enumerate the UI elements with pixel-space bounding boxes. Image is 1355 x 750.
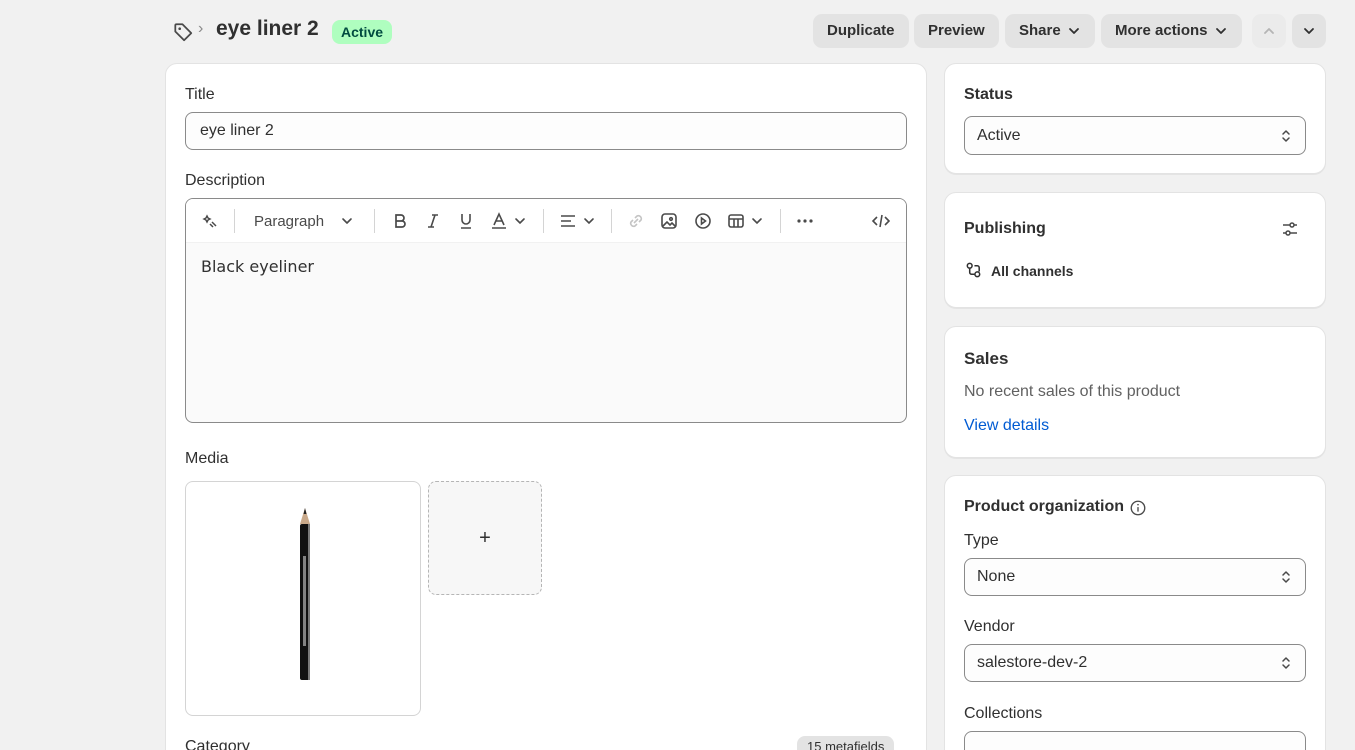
type-select[interactable]: None	[964, 558, 1306, 596]
select-arrows-icon	[1282, 571, 1290, 583]
paragraph-select[interactable]: Paragraph	[254, 209, 354, 233]
vendor-label: Vendor	[964, 618, 1015, 635]
category-label: Category	[185, 738, 250, 750]
add-media-button[interactable]: +	[428, 481, 542, 595]
settings-sliders-icon[interactable]	[1280, 219, 1300, 239]
collections-label: Collections	[964, 705, 1043, 722]
next-product-button[interactable]	[1292, 14, 1326, 48]
align-icon[interactable]	[558, 209, 596, 233]
tag-icon[interactable]	[172, 21, 194, 43]
chevron-down-icon	[1068, 28, 1079, 34]
status-label: Status	[964, 86, 1013, 103]
page-title: eye liner 2	[216, 17, 319, 40]
preview-label: Preview	[928, 22, 985, 39]
status-value: Active	[977, 126, 1021, 144]
italic-icon[interactable]	[423, 209, 443, 233]
previous-product-button[interactable]	[1252, 14, 1286, 48]
more-actions-label: More actions	[1115, 22, 1208, 39]
bold-icon[interactable]	[390, 209, 410, 233]
toolbar-divider	[780, 209, 781, 233]
description-text: Black eyeliner	[201, 257, 314, 276]
share-label: Share	[1019, 22, 1061, 39]
table-icon[interactable]	[726, 209, 764, 233]
preview-button[interactable]: Preview	[914, 14, 999, 48]
plus-icon: +	[479, 526, 491, 549]
description-editor[interactable]: Paragraph Black eyeliner	[185, 198, 907, 423]
type-label: Type	[964, 532, 999, 549]
toolbar-divider	[234, 209, 235, 233]
vendor-select[interactable]: salestore-dev-2	[964, 644, 1306, 682]
description-label: Description	[185, 172, 266, 189]
sales-text: No recent sales of this product	[964, 383, 1181, 400]
toolbar-divider	[611, 209, 612, 233]
type-value: None	[977, 568, 1016, 585]
chevron-down-icon	[342, 218, 352, 224]
magic-icon[interactable]	[200, 209, 220, 233]
media-image-tile[interactable]	[185, 481, 421, 716]
view-details-link[interactable]: View details	[964, 417, 1049, 435]
eyeliner-pencil-image	[300, 508, 310, 680]
editor-toolbar: Paragraph	[186, 199, 906, 243]
vendor-value: salestore-dev-2	[977, 654, 1088, 671]
toolbar-divider	[543, 209, 544, 233]
title-label: Title	[185, 86, 215, 103]
link-icon[interactable]	[626, 209, 646, 233]
share-button[interactable]: Share	[1005, 14, 1095, 48]
chevron-down-icon	[1215, 28, 1226, 34]
underline-icon[interactable]	[456, 209, 476, 233]
page-header: › eye liner 2 Active Duplicate Preview S…	[0, 0, 1355, 64]
chevron-up-icon	[1264, 28, 1274, 34]
select-arrows-icon	[1282, 129, 1290, 142]
channels-icon	[966, 262, 981, 278]
publishing-label: Publishing	[964, 220, 1046, 237]
code-icon[interactable]	[871, 209, 891, 233]
title-input[interactable]: eye liner 2	[185, 112, 907, 150]
all-channels-text: All channels	[991, 263, 1074, 279]
status-badge: Active	[332, 20, 393, 44]
text-color-icon[interactable]	[489, 209, 527, 233]
product-organization-label: Product organization	[964, 498, 1124, 515]
duplicate-label: Duplicate	[827, 22, 895, 39]
toolbar-divider	[374, 209, 375, 233]
metafields-badge[interactable]: 15 metafields	[797, 736, 895, 750]
title-value: eye liner 2	[200, 122, 274, 139]
collections-input[interactable]	[964, 731, 1306, 750]
video-icon[interactable]	[693, 209, 713, 233]
more-icon[interactable]	[795, 209, 815, 233]
duplicate-button[interactable]: Duplicate	[813, 14, 909, 48]
image-icon[interactable]	[659, 209, 679, 233]
more-actions-button[interactable]: More actions	[1101, 14, 1242, 48]
select-arrows-icon	[1282, 657, 1290, 669]
sales-label: Sales	[964, 349, 1009, 368]
paragraph-label: Paragraph	[254, 212, 325, 230]
chevron-down-icon	[1304, 28, 1314, 34]
status-select[interactable]: Active	[964, 116, 1306, 155]
media-label: Media	[185, 450, 229, 467]
publishing-card	[944, 192, 1326, 308]
chevron-right-icon: ›	[198, 20, 204, 37]
info-icon[interactable]	[1129, 499, 1147, 517]
